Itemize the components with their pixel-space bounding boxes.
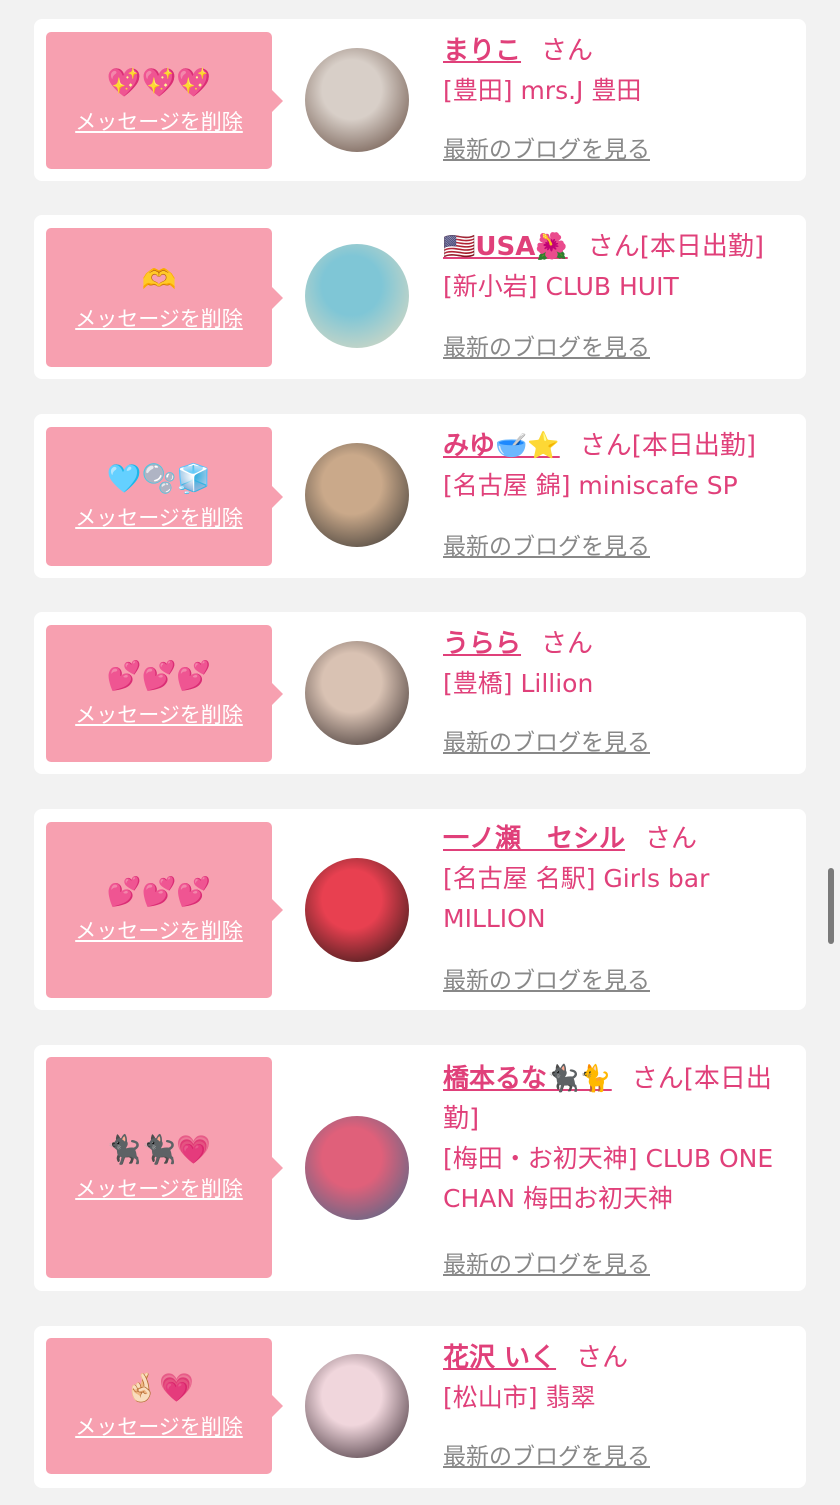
message-emoji: 💖💖💖: [106, 65, 212, 99]
sender-name-line: 🇺🇸USA🌺 さん[本日出勤]: [443, 227, 790, 267]
message-bubble: 🤞🏻💗 メッセージを削除: [46, 1338, 283, 1474]
delete-message-link[interactable]: メッセージを削除: [75, 502, 243, 532]
sender-name-link[interactable]: 花沢 いく: [443, 1343, 556, 1373]
sender-suffix: さん: [541, 36, 594, 66]
message-card: 💕💕💕 メッセージを削除 うらら さん [豊橋] Lillion 最新のブログを見る: [34, 612, 806, 774]
avatar[interactable]: [305, 641, 409, 745]
sender-name-line: うらら さん: [443, 624, 790, 664]
sender-name-link[interactable]: まりこ: [443, 36, 521, 66]
sender-suffix: さん[本日出勤]: [579, 431, 757, 461]
sender-suffix: さん: [576, 1343, 629, 1373]
message-emoji: 💕💕💕: [106, 875, 212, 908]
delete-message-link[interactable]: メッセージを削除: [75, 1173, 243, 1203]
avatar[interactable]: [305, 1354, 409, 1458]
sender-suffix: さん: [541, 629, 594, 659]
shop-name: [新小岩] CLUB HUIT: [443, 272, 679, 301]
message-card: 🐈‍⬛🐈‍⬛💗 メッセージを削除 橋本るな🐈‍⬛🐈 さん[本日出勤] [梅田・お初天神]…: [34, 1045, 806, 1291]
sender-name-line: まりこ さん: [443, 31, 790, 71]
latest-blog-link[interactable]: 最新のブログを見る: [443, 961, 650, 995]
shop-name: [松山市] 翡翠: [443, 1383, 596, 1412]
delete-message-link[interactable]: メッセージを削除: [75, 303, 243, 333]
message-emoji: 🤞🏻💗: [124, 1371, 194, 1404]
sender-suffix: さん: [645, 824, 698, 854]
sender-name-line: みゆ🥣⭐ さん[本日出勤]: [443, 426, 790, 466]
sender-suffix: さん[本日出勤]: [587, 232, 765, 262]
latest-blog-link[interactable]: 最新のブログを見る: [443, 1437, 650, 1471]
sender-info: みゆ🥣⭐ さん[本日出勤] [名古屋 錦] miniscafe SP 最新のブログを見…: [443, 426, 790, 578]
delete-message-link[interactable]: メッセージを削除: [75, 699, 243, 729]
avatar[interactable]: [305, 244, 409, 348]
avatar[interactable]: [305, 1116, 409, 1220]
sender-info: まりこ さん [豊田] mrs.J 豊田最新のブログを見る: [443, 31, 790, 181]
latest-blog-link[interactable]: 最新のブログを見る: [443, 130, 650, 164]
scrollbar[interactable]: [828, 868, 834, 944]
message-emoji: 🐈‍⬛🐈‍⬛💗: [106, 1132, 212, 1166]
sender-name-line: 一ノ瀬 セシル さん: [443, 819, 790, 859]
message-card: 🤞🏻💗 メッセージを削除 花沢 いく さん [松山市] 翡翠最新のブログを見る: [34, 1326, 806, 1488]
avatar[interactable]: [305, 443, 409, 547]
message-emoji: 🩵🫧🧊: [106, 461, 212, 495]
message-emoji: 🫶: [141, 262, 177, 296]
message-card: 💖💖💖 メッセージを削除 まりこ さん [豊田] mrs.J 豊田最新のブログを見る: [34, 19, 806, 181]
shop-name: [豊田] mrs.J 豊田: [443, 76, 642, 105]
message-card: 🫶 メッセージを削除 🇺🇸USA🌺 さん[本日出勤] [新小岩] CLUB HUIT 最新…: [34, 215, 806, 379]
message-bubble: 💕💕💕 メッセージを削除: [46, 822, 283, 998]
sender-name-link[interactable]: 🇺🇸USA🌺: [443, 232, 568, 262]
latest-blog-link[interactable]: 最新のブログを見る: [443, 527, 650, 561]
shop-name: [梅田・お初天神] CLUB ONE CHAN 梅田お初天神: [443, 1144, 774, 1213]
delete-message-link[interactable]: メッセージを削除: [75, 106, 243, 136]
sender-info: うらら さん [豊橋] Lillion 最新のブログを見る: [443, 624, 790, 774]
sender-info: 🇺🇸USA🌺 さん[本日出勤] [新小岩] CLUB HUIT 最新のブログを見る: [443, 227, 790, 379]
message-card: 🩵🫧🧊 メッセージを削除 みゆ🥣⭐ さん[本日出勤] [名古屋 錦] miniscafe…: [34, 414, 806, 578]
message-bubble: 💖💖💖 メッセージを削除: [46, 32, 283, 169]
avatar[interactable]: [305, 48, 409, 152]
message-bubble: 💕💕💕 メッセージを削除: [46, 625, 283, 762]
message-card: 💕💕💕 メッセージを削除 一ノ瀬 セシル さん [名古屋 名駅] Girls bar M…: [34, 809, 806, 1010]
sender-name-link[interactable]: 橋本るな🐈‍⬛🐈: [443, 1064, 612, 1094]
shop-name: [名古屋 名駅] Girls bar MILLION: [443, 864, 710, 933]
delete-message-link[interactable]: メッセージを削除: [75, 915, 243, 945]
message-bubble: 🩵🫧🧊 メッセージを削除: [46, 427, 283, 566]
sender-name-line: 橋本るな🐈‍⬛🐈 さん[本日出勤]: [443, 1059, 790, 1139]
sender-name-link[interactable]: 一ノ瀬 セシル: [443, 824, 625, 854]
shop-name: [名古屋 錦] miniscafe SP: [443, 471, 738, 500]
shop-name: [豊橋] Lillion: [443, 669, 594, 698]
delete-message-link[interactable]: メッセージを削除: [75, 1411, 243, 1441]
message-bubble: 🫶 メッセージを削除: [46, 228, 283, 367]
sender-name-link[interactable]: うらら: [443, 629, 521, 659]
sender-info: 橋本るな🐈‍⬛🐈 さん[本日出勤] [梅田・お初天神] CLUB ONE CHAN …: [443, 1059, 790, 1291]
sender-info: 花沢 いく さん [松山市] 翡翠最新のブログを見る: [443, 1338, 790, 1488]
avatar[interactable]: [305, 858, 409, 962]
sender-name-line: 花沢 いく さん: [443, 1338, 790, 1378]
sender-info: 一ノ瀬 セシル さん [名古屋 名駅] Girls bar MILLION 最新のブロ…: [443, 819, 790, 1010]
message-emoji: 💕💕💕: [106, 658, 212, 692]
message-bubble: 🐈‍⬛🐈‍⬛💗 メッセージを削除: [46, 1057, 283, 1278]
sender-name-link[interactable]: みゆ🥣⭐: [443, 431, 560, 461]
latest-blog-link[interactable]: 最新のブログを見る: [443, 1245, 650, 1279]
latest-blog-link[interactable]: 最新のブログを見る: [443, 328, 650, 362]
latest-blog-link[interactable]: 最新のブログを見る: [443, 723, 650, 757]
